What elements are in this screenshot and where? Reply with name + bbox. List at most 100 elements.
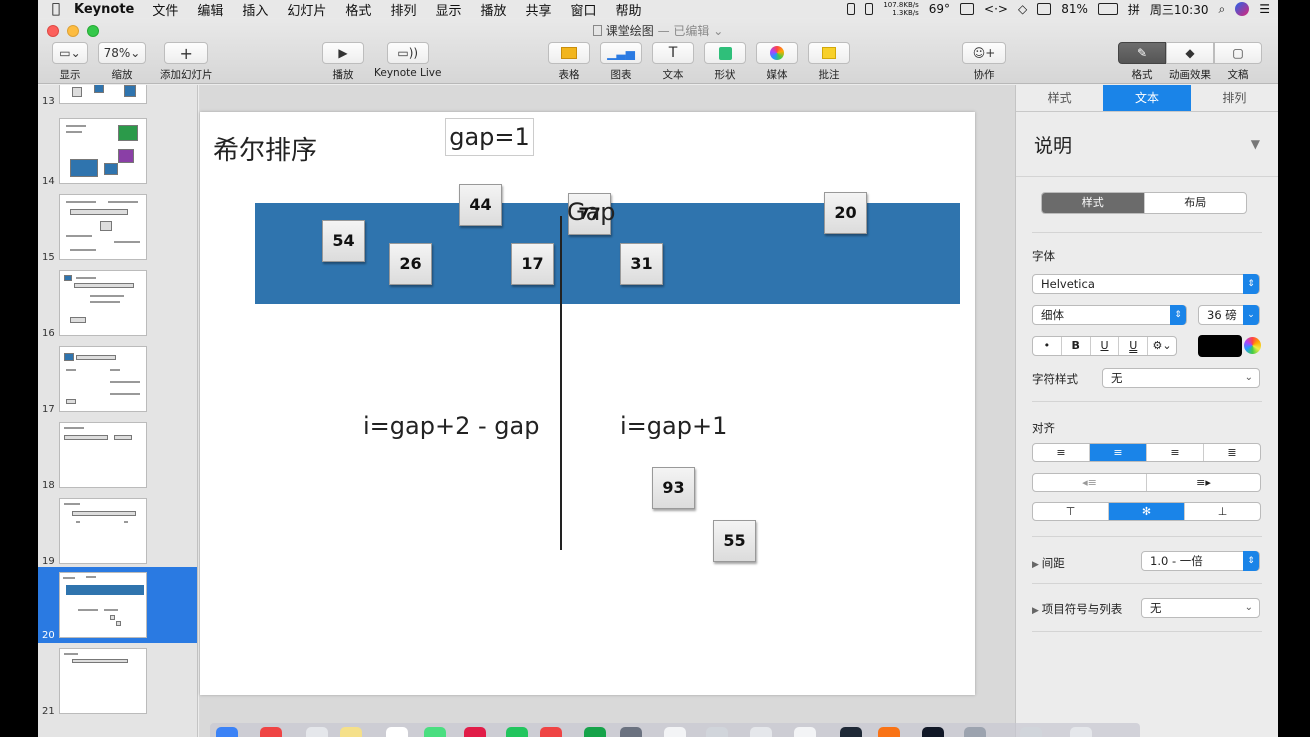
app-icon[interactable] [964,727,986,737]
view-button[interactable]: ▭⌄ [52,42,88,64]
number-box[interactable]: 31 [620,243,663,285]
paragraph-style-header[interactable]: 说明 ▼ [1016,112,1278,177]
phone-icon[interactable] [847,3,856,15]
app-icon[interactable] [306,727,328,737]
temperature[interactable]: 69° [929,2,950,16]
input-method-icon[interactable]: 拼 [1128,1,1140,18]
align-left-icon[interactable]: ≡ [1033,444,1090,461]
battery-percent[interactable]: 81% [1061,2,1088,16]
app-icon[interactable] [750,727,772,737]
add-slide-button[interactable]: + [164,42,209,64]
menu-insert[interactable]: 插入 [242,0,268,19]
triangle-down-icon[interactable]: ▼ [1251,137,1260,151]
gear-icon[interactable]: ⚙⌄ [1148,337,1176,355]
text-button[interactable]: T [652,42,694,64]
code-icon[interactable]: <·> [984,2,1008,16]
app-icon[interactable] [922,727,944,737]
number-box[interactable]: 20 [824,192,867,234]
spacing-popup[interactable]: 1.0 - 一倍 ⇕ [1141,551,1260,571]
slide-thumbnail-21[interactable]: 21 [38,643,197,719]
app-icon[interactable] [878,727,900,737]
app-icon[interactable] [794,727,816,737]
add-slide-tool[interactable]: + 添加幻灯片 [160,42,213,82]
tab-style[interactable]: 样式 [1016,85,1103,111]
menu-app-name[interactable]: Keynote [74,2,134,17]
apple-icon[interactable]:  [38,1,74,17]
finder-icon[interactable] [216,727,238,737]
terminal-icon[interactable] [840,727,862,737]
app-icon[interactable] [584,727,606,737]
text-tool[interactable]: T 文本 [652,42,694,82]
slide-canvas[interactable]: 希尔排序 gap=1 44 20 54 26 17 31 93 55 77 Ga… [199,85,1054,737]
align-right-icon[interactable]: ≡ [1147,444,1204,461]
play-tool[interactable]: ▶ 播放 [322,42,364,82]
keynote-live-button[interactable]: ▭)) [386,42,429,64]
slide-thumbnail-17[interactable]: 17 [38,341,197,417]
underline-button[interactable]: U [1091,337,1120,355]
font-weight-popup[interactable]: 细体 ⇕ [1032,305,1187,325]
slide-thumbnail-14[interactable]: 14 [38,113,197,189]
app-icon[interactable] [664,727,686,737]
animate-tool[interactable]: ◆ 动画效果 [1166,42,1214,82]
app-icon[interactable] [464,727,486,737]
play-button[interactable]: ▶ [322,42,364,64]
app-icon[interactable] [706,727,728,737]
bold-button[interactable]: B [1062,337,1091,355]
menu-file[interactable]: 文件 [152,0,178,19]
slide[interactable]: 希尔排序 gap=1 44 20 54 26 17 31 93 55 77 Ga… [200,112,975,695]
screen-mirror-icon[interactable] [960,3,975,15]
slide-title[interactable]: 希尔排序 [213,130,317,167]
number-box[interactable]: 44 [459,184,502,226]
text-color-well[interactable] [1198,335,1242,357]
chart-tool[interactable]: ▁▃▅ 图表 [600,42,642,82]
slide-thumbnail-19[interactable]: 19 [38,493,197,569]
battery-icon[interactable] [1097,3,1118,15]
table-tool[interactable]: 表格 [548,42,590,82]
app-icon[interactable] [260,727,282,737]
slide-navigator[interactable]: 13 14 15 16 17 18 19 20 21 [38,85,198,737]
animate-button[interactable]: ◆ [1166,42,1214,64]
slide-thumbnail-18[interactable]: 18 [38,417,197,493]
number-box[interactable]: 55 [713,520,756,562]
document-button[interactable]: ▢ [1214,42,1262,64]
app-icon[interactable] [424,727,446,737]
view-tool[interactable]: ▭⌄ 显示 [52,42,88,82]
align-center-icon[interactable]: ≡ [1090,444,1147,461]
app-icon[interactable] [506,727,528,737]
font-family-popup[interactable]: Helvetica ⇕ [1032,274,1260,294]
number-box[interactable]: 54 [322,220,365,262]
format-tool[interactable]: ✎ 格式 [1118,42,1166,82]
number-box[interactable]: 17 [511,243,554,285]
spotlight-icon[interactable]: ⌕ [1219,2,1226,17]
slide-thumbnail-16[interactable]: 16 [38,265,197,341]
app-icon[interactable] [620,727,642,737]
menu-view[interactable]: 显示 [435,0,461,19]
color-wheel-icon[interactable] [1244,337,1261,354]
align-middle-icon[interactable]: ✻ [1109,503,1185,520]
double-underline-button[interactable]: U [1119,337,1149,355]
zoom-tool[interactable]: 78% ⌄ 缩放 [98,42,146,82]
menu-window[interactable]: 窗口 [571,0,597,19]
bullets-popup[interactable]: 无 ⌄ [1141,598,1260,618]
app-icon[interactable] [540,727,562,737]
wifi-icon[interactable]: ◇ [1018,2,1027,16]
shape-tool[interactable]: 形状 [704,42,746,82]
increase-indent-icon[interactable]: ≡▸ [1147,474,1260,491]
menu-edit[interactable]: 编辑 [197,0,223,19]
chevron-down-icon[interactable]: ⌄ [709,24,723,38]
align-top-icon[interactable]: ⊤ [1033,503,1109,520]
zoom-popup[interactable]: 78% ⌄ [98,42,146,64]
more-styles-icon[interactable]: • [1033,337,1062,355]
chart-button[interactable]: ▁▃▅ [600,42,642,64]
subtab-style[interactable]: 样式 [1042,193,1145,213]
slide-thumbnail-20[interactable]: 20 [38,567,197,643]
font-size-field[interactable]: 36 磅 ⌄ [1198,305,1260,325]
menu-share[interactable]: 共享 [525,0,551,19]
gap-label[interactable]: gap=1 [445,118,534,156]
menu-format[interactable]: 格式 [345,0,371,19]
align-justify-icon[interactable]: ≣ [1204,444,1260,461]
media-button[interactable] [756,42,798,64]
collaborate-button[interactable]: ☺+ [962,42,1006,64]
notification-center-icon[interactable]: ☰ [1259,2,1270,16]
align-bottom-icon[interactable]: ⊥ [1185,503,1260,520]
